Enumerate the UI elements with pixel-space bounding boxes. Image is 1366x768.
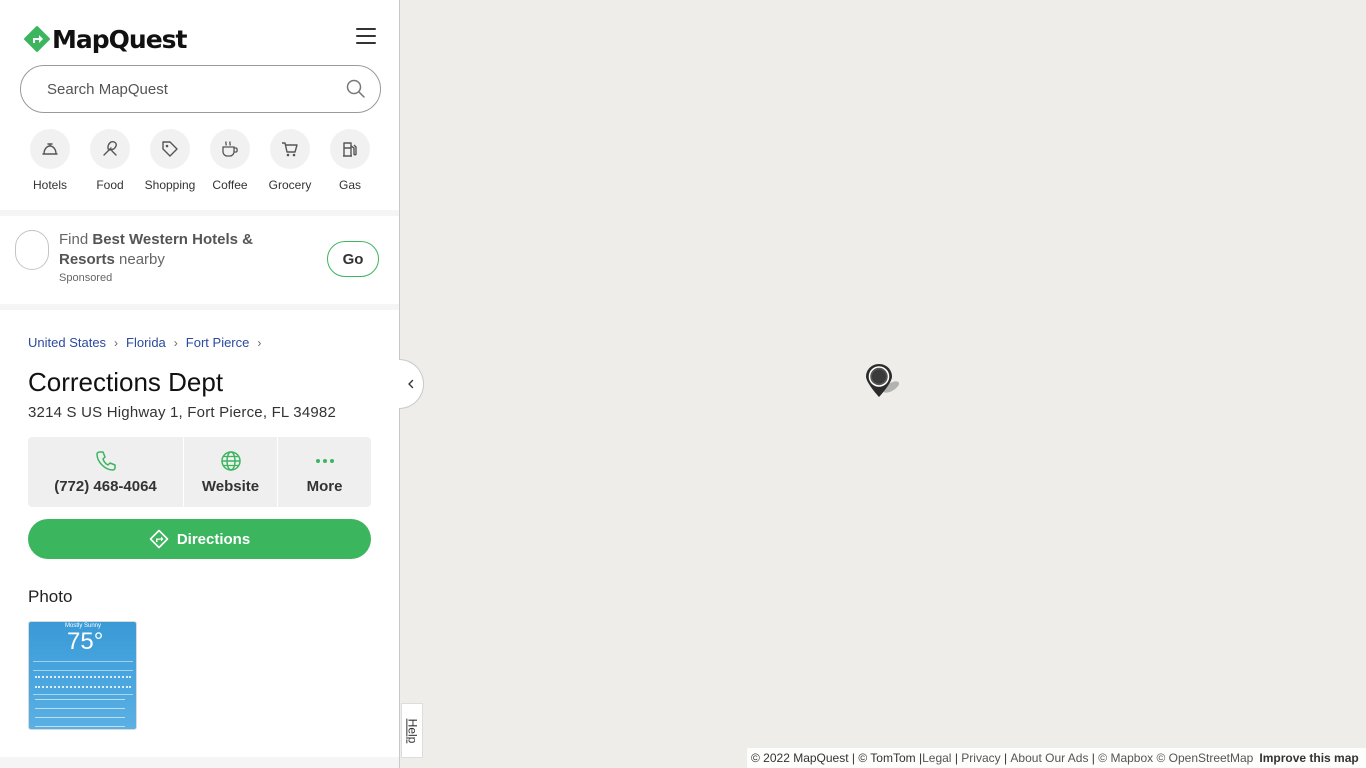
hotel-bell-icon [42,143,58,155]
category-hotels[interactable]: Hotels [20,129,80,192]
location-pin-icon [866,364,900,397]
menu-icon[interactable] [356,28,376,46]
breadcrumb-city[interactable]: Fort Pierce [186,335,250,350]
map-credits[interactable]: © Mapbox © OpenStreetMap [1098,751,1253,765]
directions-label: Directions [176,530,251,548]
category-label: Hotels [32,178,67,192]
place-title: Corrections Dept [28,367,224,397]
category-label: Coffee [212,178,248,192]
more-label: More [306,477,343,495]
breadcrumb-country[interactable]: United States [28,335,106,350]
go-button[interactable]: Go [327,241,379,277]
category-grocery[interactable]: Grocery [260,129,320,192]
panel-header: MapQuest Hotels [0,0,399,210]
breadcrumb: United States › Florida › Fort Pierce › [28,335,269,350]
about-ads-link[interactable]: About Our Ads [1010,751,1088,765]
globe-icon [220,450,241,471]
cart-icon [282,142,298,157]
photo-heading: Photo [28,587,73,606]
chevron-right-icon: › [257,335,262,350]
category-shopping[interactable]: Shopping [140,129,200,192]
map-attribution: © 2022 MapQuest | © TomTom | Legal | Pri… [747,748,1366,768]
more-button[interactable]: More [278,437,371,507]
tag-icon [162,141,178,157]
improve-map-link[interactable]: Improve this map [1259,751,1358,765]
category-food[interactable]: Food [80,129,140,192]
search-icon[interactable] [346,79,366,99]
place-address: 3214 S US Highway 1, Fort Pierce, FL 349… [28,404,336,421]
breadcrumb-state[interactable]: Florida [126,335,166,350]
phone-number: (772) 468-4064 [54,477,157,495]
more-dots-icon [315,458,334,463]
sponsored-label: Sponsored [59,272,113,284]
help-tab[interactable]: Help [401,703,423,758]
utensils-icon [103,141,117,156]
chevron-left-icon [408,379,414,389]
legal-link[interactable]: Legal [922,751,951,765]
brand-name: MapQuest [52,24,187,54]
search-box [20,65,381,113]
section-divider [0,304,399,310]
website-button[interactable]: Website [184,437,277,507]
phone-icon [95,450,116,471]
category-label: Shopping [144,178,196,192]
privacy-link[interactable]: Privacy [961,751,1000,765]
photo-weather-temp: 75° [67,628,104,655]
section-divider [0,757,399,768]
directions-icon [149,529,169,549]
gas-pump-icon [343,142,357,157]
category-shortcuts: Hotels Food Shopping Coffee Grocery Gas [20,129,380,192]
category-label: Gas [338,178,361,192]
mapquest-logo[interactable]: MapQuest [24,24,187,54]
category-label: Food [96,178,124,192]
search-input[interactable] [45,79,346,99]
place-photo[interactable]: Mostly Sunny 75° [28,621,137,730]
help-label: Help [405,718,419,743]
category-coffee[interactable]: Coffee [200,129,260,192]
directions-button[interactable]: Directions [28,519,371,559]
collapse-panel-button[interactable] [399,359,424,409]
action-bar: (772) 468-4064 Website More [28,437,371,507]
website-label: Website [201,477,260,495]
category-gas[interactable]: Gas [320,129,380,192]
side-panel: MapQuest Hotels [0,0,400,768]
map-location-pin[interactable] [864,363,906,399]
sponsor-logo [15,230,49,270]
coffee-cup-icon [222,141,238,157]
chevron-right-icon: › [173,335,178,350]
phone-button[interactable]: (772) 468-4064 [28,437,183,507]
sponsor-text[interactable]: Find Best Western Hotels & Resorts nearb… [59,230,299,270]
mapquest-logo-icon [24,26,50,52]
copyright-text: © 2022 MapQuest | © TomTom | [751,751,923,765]
chevron-right-icon: › [114,335,119,350]
category-label: Grocery [268,178,312,192]
